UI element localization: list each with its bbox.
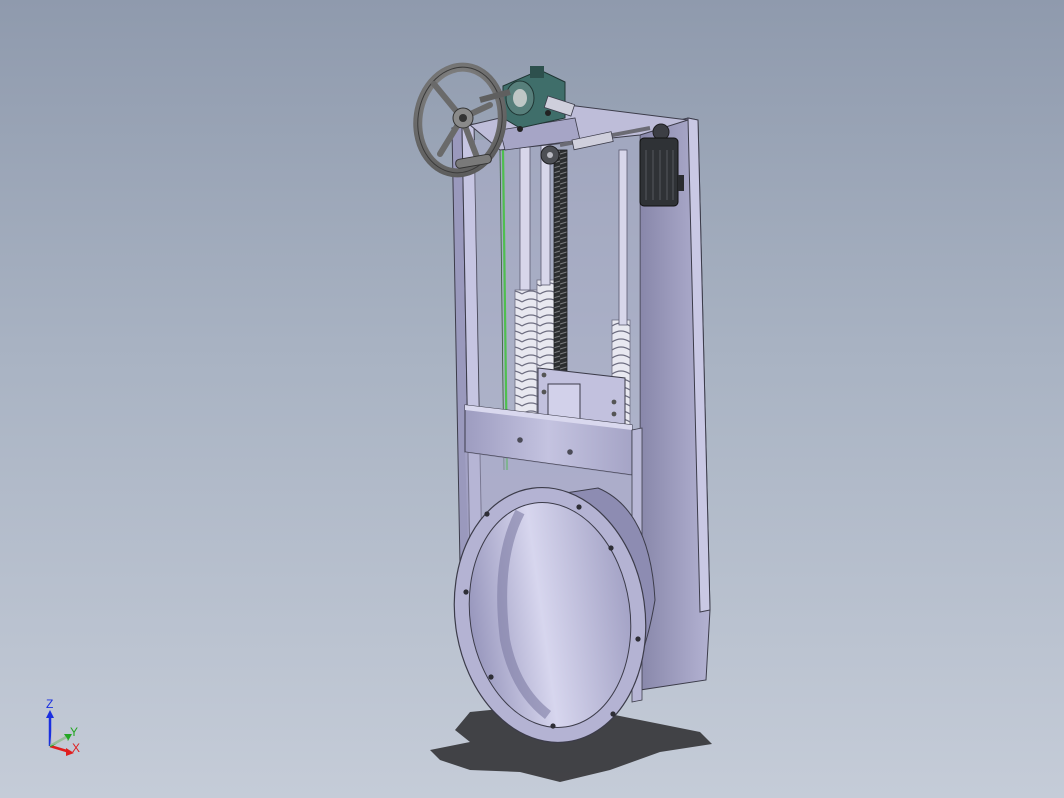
lead-screw <box>553 149 568 391</box>
valve-model[interactable] <box>0 0 1064 798</box>
x-axis-label: X <box>72 741 81 755</box>
y-axis-label: Y <box>70 725 79 739</box>
axis-triad: Z Y X <box>38 696 88 760</box>
cad-viewport[interactable]: Z Y X <box>0 0 1064 798</box>
z-axis-label: Z <box>46 697 54 711</box>
motor <box>639 137 684 207</box>
